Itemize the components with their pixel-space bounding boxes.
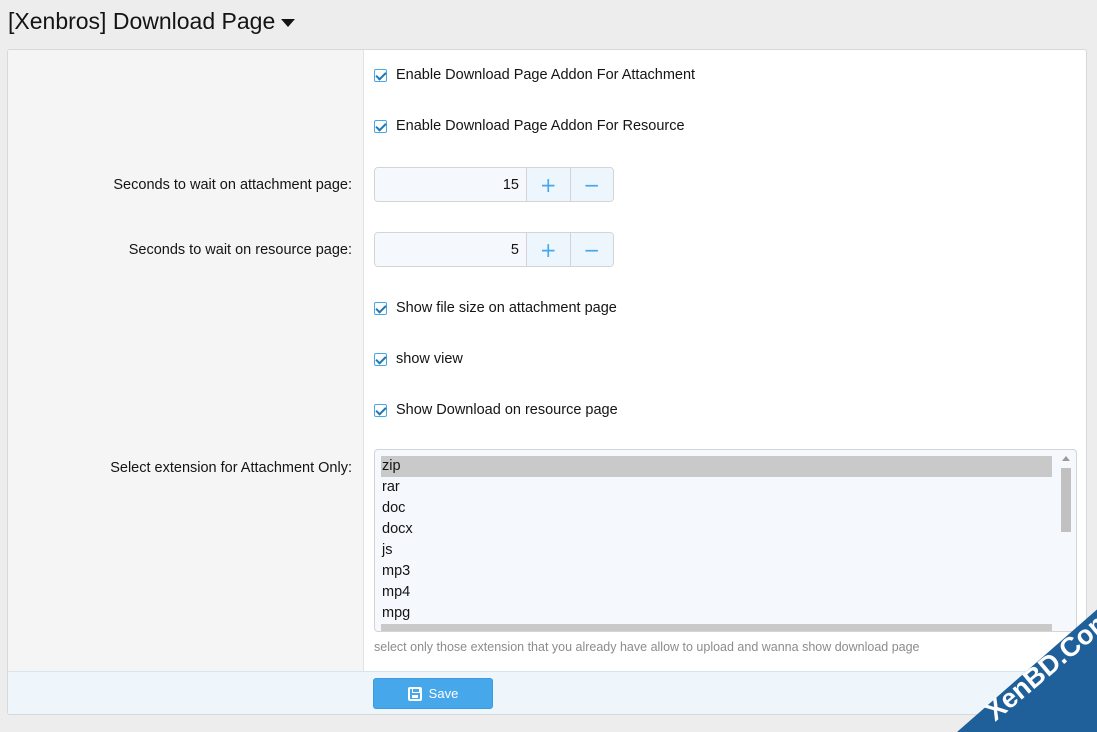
extension-option[interactable]: zip (381, 456, 1052, 477)
show-download-checkbox[interactable] (374, 403, 387, 417)
show-file-size-label: Show file size on attachment page (396, 300, 617, 316)
enable-attachment-checkbox[interactable] (374, 68, 387, 82)
enable-resource-option[interactable]: Enable Download Page Addon For Resource (374, 118, 685, 134)
attachment-wait-stepper: + − (374, 167, 614, 202)
label-column (8, 50, 364, 671)
extension-option[interactable]: mp4 (381, 582, 1052, 603)
extensions-hint: select only those extension that you alr… (374, 640, 920, 654)
resource-wait-label: Seconds to wait on resource page: (128, 242, 352, 258)
show-file-size-checkbox[interactable] (374, 301, 387, 315)
attachment-wait-input[interactable] (375, 168, 526, 201)
page-title[interactable]: [Xenbros] Download Page (8, 8, 296, 35)
extension-option[interactable]: mp3 (381, 561, 1052, 582)
extensions-label: Select extension for Attachment Only: (110, 460, 352, 476)
resource-wait-input[interactable] (375, 233, 526, 266)
plus-icon: + (539, 172, 557, 197)
resource-wait-minus-button[interactable]: − (569, 233, 613, 266)
page-title-text: [Xenbros] Download Page (8, 8, 276, 34)
extension-option[interactable]: js (381, 540, 1052, 561)
scroll-up-arrow-icon[interactable] (1062, 456, 1070, 461)
show-file-size-option[interactable]: Show file size on attachment page (374, 300, 617, 316)
listbox-scrollbar[interactable] (1060, 454, 1072, 628)
save-button[interactable]: Save (373, 678, 493, 709)
form-footer: Save (8, 671, 1086, 714)
minus-icon: − (583, 237, 601, 262)
extension-option[interactable]: docx (381, 519, 1052, 540)
options-panel: Enable Download Page Addon For Attachmen… (7, 49, 1087, 715)
caret-down-icon[interactable] (281, 19, 296, 27)
resource-wait-stepper: + − (374, 232, 614, 267)
extensions-list: zip rar doc docx js mp3 mp4 mpg (381, 456, 1052, 631)
attachment-wait-label: Seconds to wait on attachment page: (113, 177, 352, 193)
attachment-wait-plus-button[interactable]: + (526, 168, 570, 201)
attachment-wait-minus-button[interactable]: − (569, 168, 613, 201)
scrollbar-thumb[interactable] (1061, 468, 1071, 532)
minus-icon: − (583, 172, 601, 197)
extension-option[interactable]: doc (381, 498, 1052, 519)
show-download-label: Show Download on resource page (396, 402, 618, 418)
save-button-label: Save (428, 686, 459, 701)
show-view-label: show view (396, 351, 463, 367)
enable-attachment-label: Enable Download Page Addon For Attachmen… (396, 67, 696, 83)
enable-attachment-option[interactable]: Enable Download Page Addon For Attachmen… (374, 67, 695, 83)
show-download-option[interactable]: Show Download on resource page (374, 402, 618, 418)
extension-option[interactable]: mpg (381, 603, 1052, 624)
plus-icon: + (539, 237, 557, 262)
enable-resource-label: Enable Download Page Addon For Resource (396, 118, 685, 134)
extension-option-partial[interactable] (381, 624, 1052, 631)
save-icon (407, 686, 422, 701)
extensions-listbox[interactable]: zip rar doc docx js mp3 mp4 mpg (374, 449, 1077, 632)
enable-resource-checkbox[interactable] (374, 119, 387, 133)
show-view-checkbox[interactable] (374, 352, 387, 366)
extension-option[interactable]: rar (381, 477, 1052, 498)
show-view-option[interactable]: show view (374, 351, 463, 367)
resource-wait-plus-button[interactable]: + (526, 233, 570, 266)
